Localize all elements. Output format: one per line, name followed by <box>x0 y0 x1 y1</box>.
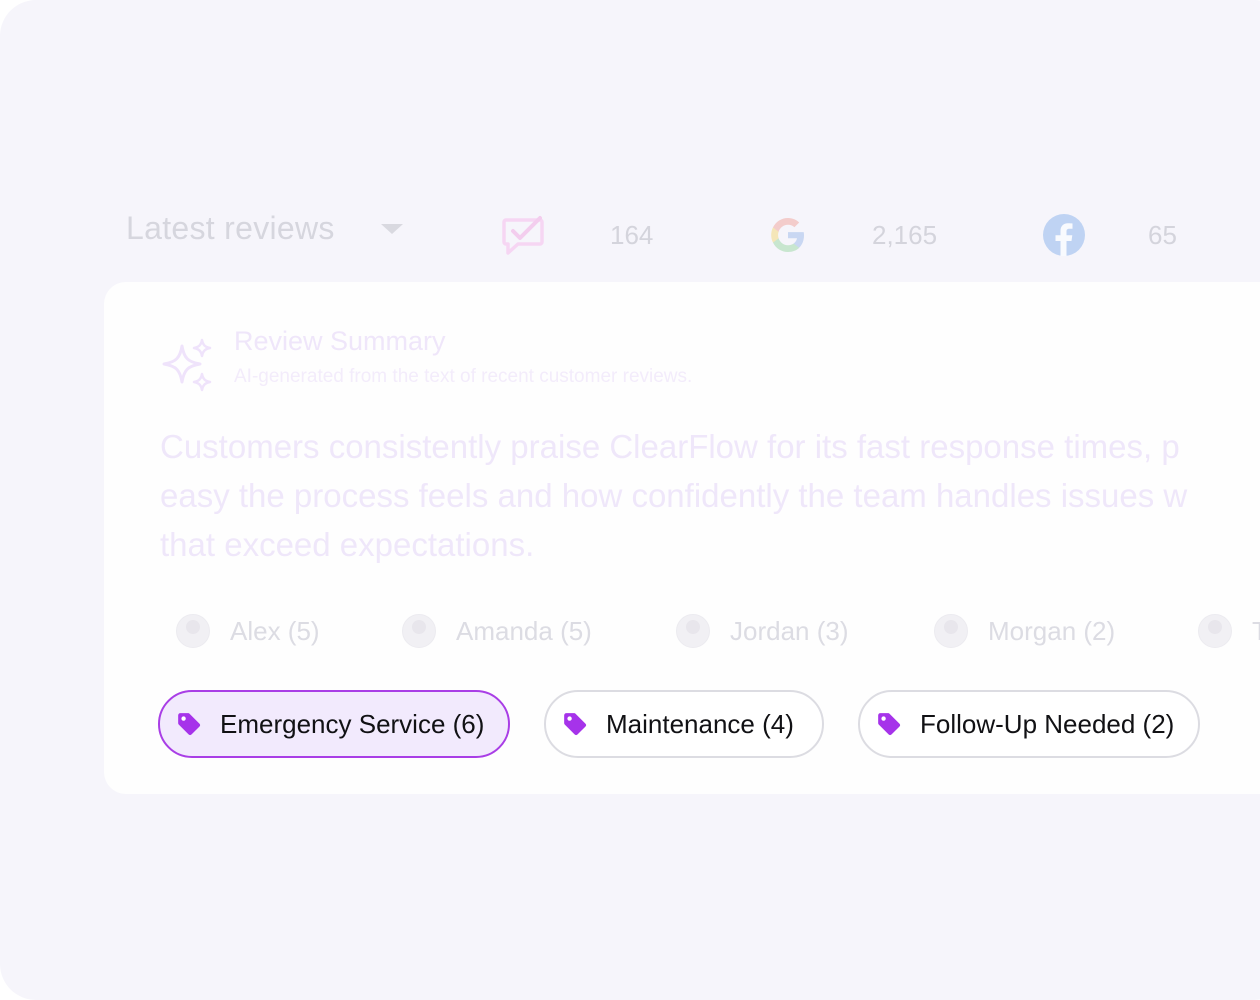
avatar <box>676 614 710 648</box>
avatar <box>402 614 436 648</box>
tag-label: Maintenance (4) <box>606 708 794 739</box>
summary-line: that exceed expectations. <box>160 526 535 563</box>
reviewer-chip[interactable]: Amanda (5) <box>402 614 592 648</box>
sparkle-icon <box>162 338 212 392</box>
reviewer-name: Alex (5) <box>230 615 320 646</box>
reviews-filter-dropdown[interactable]: Latest reviews <box>126 210 403 247</box>
reviewer-name: Morgan (2) <box>988 615 1116 646</box>
summary-text: Customers consistently praise ClearFlow … <box>160 422 1260 569</box>
summary-title: Review Summary <box>234 326 446 356</box>
tag-chip-follow-up-needed[interactable]: Follow-Up Needed (2) <box>858 690 1200 758</box>
source-stat-reviews[interactable]: 164 <box>500 210 653 260</box>
google-icon <box>771 218 804 252</box>
tag-chip-maintenance[interactable]: Maintenance (4) <box>544 690 824 758</box>
avatar <box>934 614 968 648</box>
reviewer-chip[interactable]: Jordan (3) <box>676 614 849 648</box>
dropdown-label: Latest reviews <box>126 210 335 246</box>
review-summary-card: Review Summary AI-generated from the tex… <box>104 282 1260 794</box>
facebook-icon <box>1043 214 1085 256</box>
app-frame: Latest reviews 164 2,165 65 Review Summa… <box>0 0 1260 1000</box>
source-count: 164 <box>610 220 654 250</box>
reviews-header: Latest reviews 164 2,165 65 <box>0 190 1260 280</box>
summary-line: Customers consistently praise ClearFlow … <box>160 428 1180 465</box>
tag-icon <box>178 713 201 736</box>
tag-label: Follow-Up Needed (2) <box>920 708 1175 739</box>
reviewer-name: Jordan (3) <box>730 615 849 646</box>
tag-icon <box>878 713 901 736</box>
reviewer-chip[interactable]: Morgan (2) <box>934 614 1115 648</box>
source-stat-google[interactable]: 2,165 <box>766 210 937 260</box>
summary-subtitle: AI-generated from the text of recent cus… <box>234 366 693 387</box>
tag-chip-emergency-service[interactable]: Emergency Service (6) <box>158 690 510 758</box>
avatar <box>176 614 210 648</box>
tag-icon <box>564 713 587 736</box>
summary-line: easy the process feels and how confident… <box>160 477 1188 514</box>
review-check-icon <box>502 216 544 255</box>
reviewer-name: T <box>1252 615 1260 646</box>
tag-label: Emergency Service (6) <box>220 708 485 739</box>
reviewer-chip[interactable]: T <box>1198 614 1260 648</box>
source-count: 65 <box>1148 220 1177 250</box>
source-stat-facebook[interactable]: 65 <box>1042 210 1177 260</box>
source-count: 2,165 <box>872 220 938 250</box>
chevron-down-icon <box>380 223 403 234</box>
avatar <box>1198 614 1232 648</box>
reviewer-name: Amanda (5) <box>456 615 592 646</box>
reviewer-chip[interactable]: Alex (5) <box>176 614 320 648</box>
